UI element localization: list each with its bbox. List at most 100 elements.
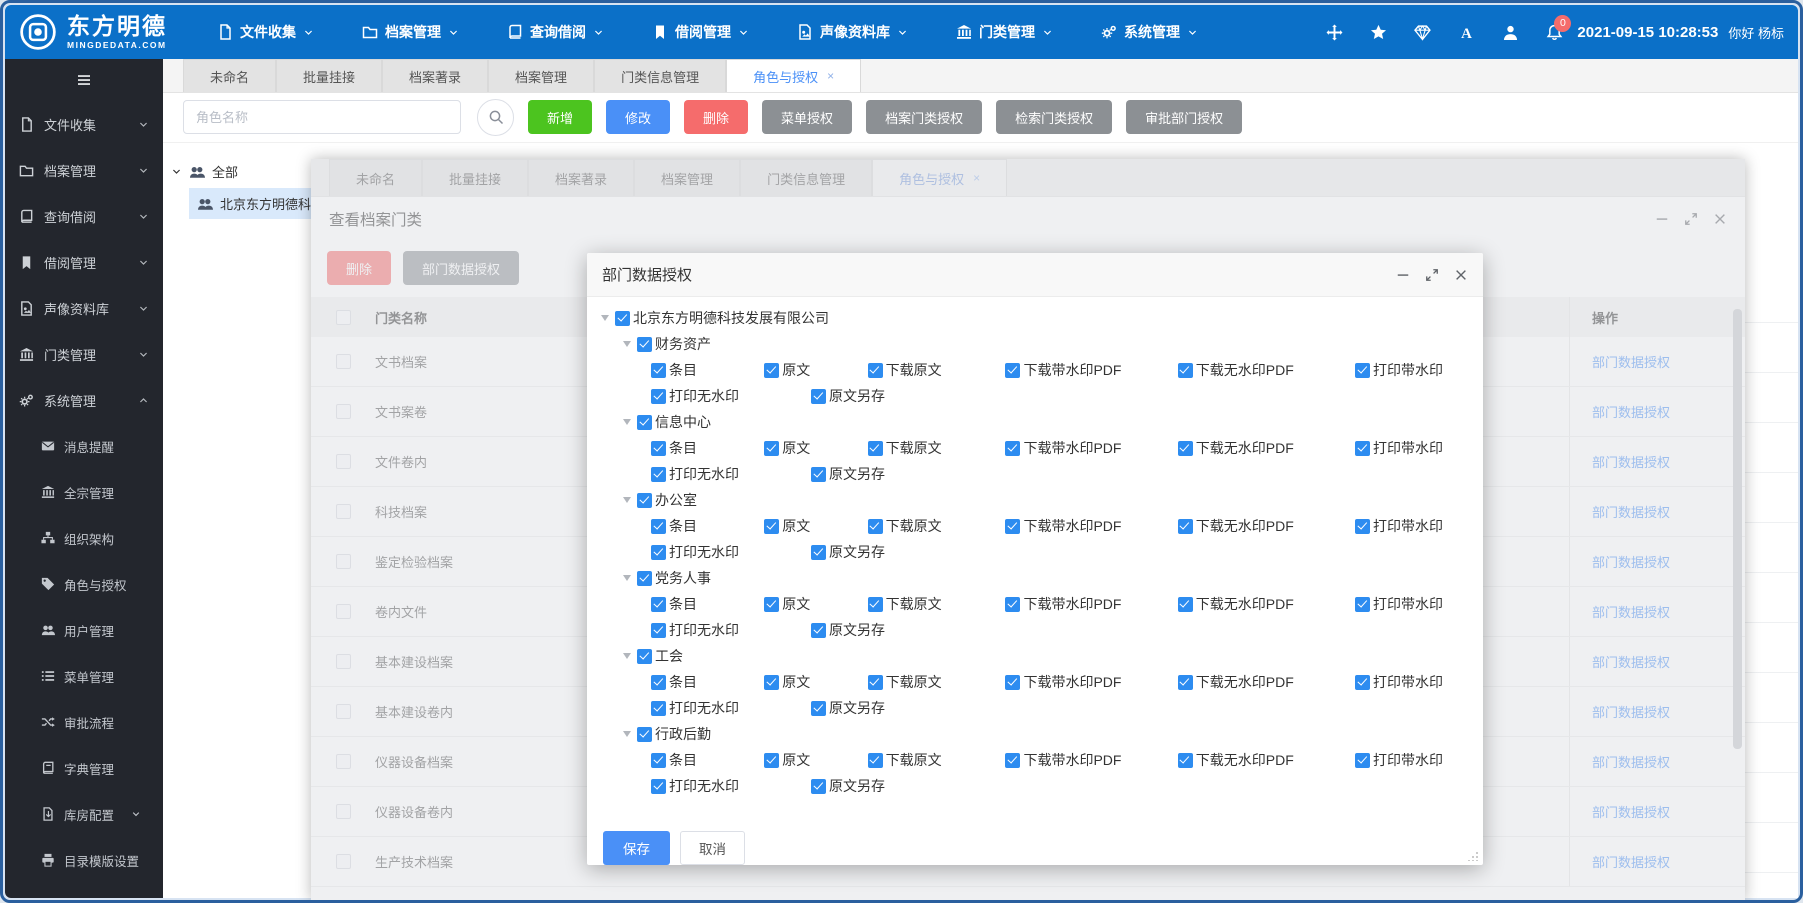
permission-checkbox[interactable] (651, 701, 666, 716)
sidebar-item-2[interactable]: 档案管理 (5, 147, 163, 193)
sidebar-item-6[interactable]: 门类管理 (5, 331, 163, 377)
tab-3[interactable]: 档案著录 (382, 59, 488, 92)
dialog-maximize-icon[interactable] (1425, 268, 1439, 282)
permission-checkbox[interactable] (764, 597, 779, 612)
permission-checkbox[interactable] (1355, 675, 1370, 690)
nav-item-3[interactable]: 查询借阅 (483, 5, 628, 59)
sidebar-subitem-6[interactable]: 菜单管理 (5, 653, 163, 699)
permission-checkbox[interactable] (1355, 597, 1370, 612)
sidebar-item-4[interactable]: 借阅管理 (5, 239, 163, 285)
tab-2[interactable]: 批量挂接 (276, 59, 382, 92)
nav-item-1[interactable]: 文件收集 (193, 5, 338, 59)
nav-item-6[interactable]: 门类管理 (932, 5, 1077, 59)
tab-1[interactable]: 未命名 (183, 59, 276, 92)
topbar-bell-icon[interactable]: 0 (1546, 24, 1563, 41)
permission-checkbox[interactable] (651, 779, 666, 794)
permission-checkbox[interactable] (1355, 519, 1370, 534)
permission-checkbox[interactable] (1005, 753, 1020, 768)
sidebar-subitem-1[interactable]: 消息提醒 (5, 423, 163, 469)
toolbar-button-1[interactable]: 新增 (528, 100, 592, 134)
sidebar-subitem-3[interactable]: 组织架构 (5, 515, 163, 561)
sidebar-subitem-5[interactable]: 用户管理 (5, 607, 163, 653)
sidebar-collapse-button[interactable] (5, 59, 163, 101)
department-checkbox[interactable] (637, 649, 652, 664)
sidebar-subitem-7[interactable]: 审批流程 (5, 699, 163, 745)
permission-checkbox[interactable] (651, 597, 666, 612)
sidebar-item-5[interactable]: 声像资料库 (5, 285, 163, 331)
tab-6[interactable]: 角色与授权× (726, 59, 861, 92)
nav-item-4[interactable]: 借阅管理 (628, 5, 773, 59)
department-node[interactable]: 工会 (601, 643, 1483, 669)
sidebar-subitem-8[interactable]: 字典管理 (5, 745, 163, 791)
sidebar-subitem-10[interactable]: 目录模版设置 (5, 837, 163, 883)
permission-checkbox[interactable] (1005, 675, 1020, 690)
permission-checkbox[interactable] (811, 545, 826, 560)
topbar-expand-icon[interactable] (1326, 24, 1343, 41)
sidebar-item-7[interactable]: 系统管理 (5, 377, 163, 423)
department-node[interactable]: 信息中心 (601, 409, 1483, 435)
department-node[interactable]: 党务人事 (601, 565, 1483, 591)
toolbar-button-5[interactable]: 档案门类授权 (866, 100, 982, 134)
sidebar-subitem-4[interactable]: 角色与授权 (5, 561, 163, 607)
search-button[interactable] (477, 99, 514, 136)
tab-5[interactable]: 门类信息管理 (594, 59, 726, 92)
sidebar-subitem-2[interactable]: 全宗管理 (5, 469, 163, 515)
caret-down-icon[interactable] (601, 315, 609, 321)
nav-item-5[interactable]: 声像资料库 (773, 5, 932, 59)
topbar-gem-icon[interactable] (1414, 24, 1431, 41)
permission-checkbox[interactable] (764, 441, 779, 456)
permission-checkbox[interactable] (811, 389, 826, 404)
permission-checkbox[interactable] (811, 779, 826, 794)
tree-node-root[interactable]: 全部 (163, 155, 313, 188)
permission-checkbox[interactable] (1178, 675, 1193, 690)
department-node[interactable]: 办公室 (601, 487, 1483, 513)
toolbar-button-7[interactable]: 审批部门授权 (1126, 100, 1242, 134)
permission-checkbox[interactable] (868, 753, 883, 768)
permission-checkbox[interactable] (764, 519, 779, 534)
toolbar-button-6[interactable]: 检索门类授权 (996, 100, 1112, 134)
department-node[interactable]: 财务资产 (601, 331, 1483, 357)
sidebar-subitem-9[interactable]: 库房配置 (5, 791, 163, 837)
role-name-input[interactable] (183, 100, 461, 134)
dialog-close-icon[interactable] (1454, 268, 1468, 282)
permission-checkbox[interactable] (1005, 441, 1020, 456)
permission-checkbox[interactable] (651, 519, 666, 534)
permission-checkbox[interactable] (868, 519, 883, 534)
permission-checkbox[interactable] (1005, 597, 1020, 612)
permission-checkbox[interactable] (811, 623, 826, 638)
department-checkbox[interactable] (637, 337, 652, 352)
permission-checkbox[interactable] (811, 467, 826, 482)
permission-checkbox[interactable] (1355, 363, 1370, 378)
permission-checkbox[interactable] (651, 389, 666, 404)
nav-item-7[interactable]: 系统管理 (1077, 5, 1222, 59)
permission-checkbox[interactable] (651, 675, 666, 690)
caret-down-icon[interactable] (623, 419, 631, 425)
caret-down-icon[interactable] (623, 497, 631, 503)
sidebar-item-3[interactable]: 查询借阅 (5, 193, 163, 239)
permission-checkbox[interactable] (1178, 441, 1193, 456)
nav-item-2[interactable]: 档案管理 (338, 5, 483, 59)
permission-checkbox[interactable] (764, 753, 779, 768)
toolbar-button-4[interactable]: 菜单授权 (762, 100, 852, 134)
permission-checkbox[interactable] (1178, 753, 1193, 768)
dialog-minimize-icon[interactable] (1396, 268, 1410, 282)
department-checkbox[interactable] (637, 727, 652, 742)
permission-checkbox[interactable] (1178, 519, 1193, 534)
save-button[interactable]: 保存 (603, 831, 670, 865)
topbar-user-icon[interactable] (1502, 24, 1519, 41)
caret-down-icon[interactable] (623, 731, 631, 737)
permission-checkbox[interactable] (651, 545, 666, 560)
caret-down-icon[interactable] (623, 653, 631, 659)
department-checkbox[interactable] (637, 571, 652, 586)
toolbar-button-2[interactable]: 修改 (606, 100, 670, 134)
resize-grip[interactable] (1467, 849, 1479, 861)
permission-checkbox[interactable] (811, 701, 826, 716)
permission-checkbox[interactable] (651, 623, 666, 638)
topbar-star-icon[interactable] (1370, 24, 1387, 41)
permission-checkbox[interactable] (1005, 519, 1020, 534)
caret-down-icon[interactable] (623, 575, 631, 581)
toolbar-button-3[interactable]: 删除 (684, 100, 748, 134)
department-checkbox[interactable] (637, 415, 652, 430)
tab-4[interactable]: 档案管理 (488, 59, 594, 92)
permission-checkbox[interactable] (651, 467, 666, 482)
